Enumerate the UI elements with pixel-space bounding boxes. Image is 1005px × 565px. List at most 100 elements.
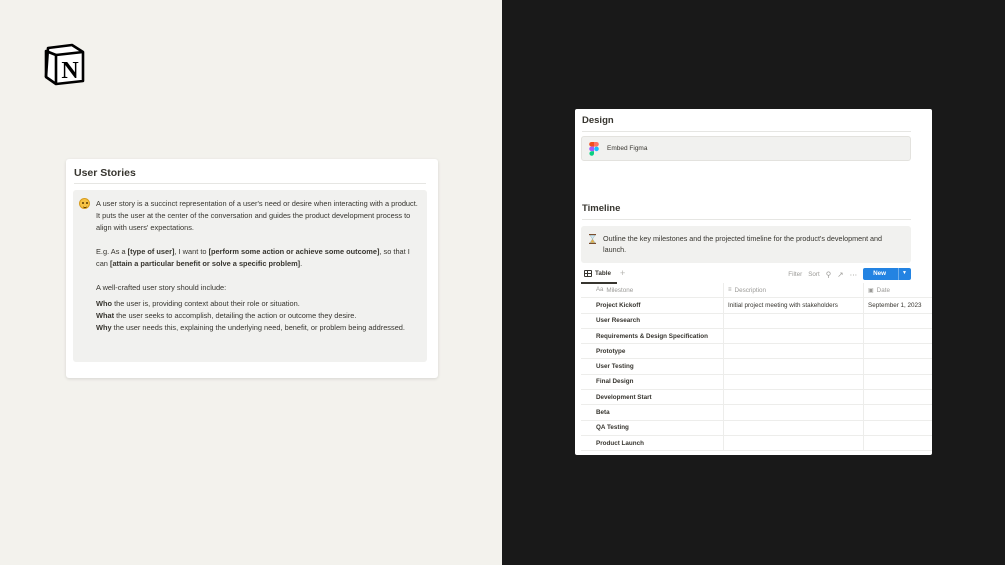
cell-milestone[interactable]: User Research <box>581 313 724 328</box>
table-row[interactable]: User Testing <box>581 359 932 375</box>
include-item-who: Who the user is, providing context about… <box>96 298 420 310</box>
cell-milestone[interactable]: User Testing <box>581 359 724 374</box>
item-bold: What <box>96 311 115 320</box>
chevron-down-icon[interactable]: ▼ <box>898 268 911 280</box>
timeline-callout: Outline the key milestones and the proje… <box>581 226 911 263</box>
item-text: the user is, providing context about the… <box>112 299 300 308</box>
user-stories-card: User Stories A user story is a succinct … <box>66 159 438 378</box>
table-row[interactable]: Final Design <box>581 374 932 391</box>
embed-figma-label: Embed Figma <box>607 145 648 152</box>
example-suffix: . <box>300 259 303 268</box>
table-row[interactable]: Beta <box>581 405 932 421</box>
text-property-icon: Aa <box>596 287 604 294</box>
hourglass-icon[interactable] <box>589 234 596 244</box>
table-icon <box>584 270 592 277</box>
notion-logo-icon: N <box>44 43 85 86</box>
smiling-face-icon[interactable] <box>79 198 90 209</box>
user-stories-text: A user story is a succinct representatio… <box>96 198 420 334</box>
include-item-why: Why the user needs this, explaining the … <box>96 322 420 334</box>
embed-figma-block[interactable]: Embed Figma <box>581 136 911 161</box>
item-text: the user needs this, explaining the unde… <box>111 323 405 332</box>
add-view-button[interactable]: + <box>620 268 625 278</box>
cell-milestone[interactable]: Development Start <box>581 390 724 405</box>
example-mid1: , I want to <box>174 247 209 256</box>
example-prefix: E.g. As a <box>96 247 128 256</box>
sort-button[interactable]: Sort <box>808 271 820 278</box>
cell-milestone[interactable]: Requirements & Design Specification <box>581 328 724 344</box>
table-row[interactable]: Product Launch <box>581 435 932 452</box>
cell-date[interactable] <box>864 329 932 343</box>
cell-date[interactable]: September 1, 2023 <box>864 298 932 312</box>
divider <box>582 219 911 220</box>
table-row[interactable]: Requirements & Design Specification <box>581 328 932 345</box>
cell-description[interactable] <box>724 420 864 435</box>
header-milestone[interactable]: Aa Milestone <box>581 283 724 298</box>
left-pane: N User Stories A user story is a succinc… <box>0 0 502 565</box>
filter-button[interactable]: Filter <box>788 271 802 278</box>
table-row[interactable]: User Research <box>581 313 932 329</box>
table-row[interactable]: Prototype <box>581 344 932 360</box>
cell-date[interactable] <box>864 436 932 450</box>
header-date-label: Date <box>876 286 890 294</box>
include-heading: A well-crafted user story should include… <box>96 283 227 292</box>
header-description-label: Description <box>734 286 767 294</box>
database-toolbar: Table + Filter Sort ⚲ ↗ ⋯ New ▼ <box>581 267 911 284</box>
new-button-label: New <box>873 270 887 277</box>
cell-milestone[interactable]: Prototype <box>581 344 724 359</box>
cell-milestone[interactable]: Project Kickoff <box>581 298 724 313</box>
design-title: Design <box>582 115 614 126</box>
cell-description[interactable] <box>724 313 864 328</box>
divider <box>74 183 426 184</box>
logo-letter: N <box>61 58 79 84</box>
table-header-row: Aa Milestone ≡ Description ▣ Date <box>581 283 932 299</box>
example-action: [perform some action or achieve some out… <box>208 247 380 256</box>
cell-description[interactable] <box>724 344 864 359</box>
example-user-type: [type of user] <box>127 247 175 256</box>
table-body: Project Kickoff Initial project meeting w… <box>581 298 932 452</box>
cell-date[interactable] <box>864 314 932 328</box>
cell-date[interactable] <box>864 405 932 419</box>
timeline-title: Timeline <box>582 203 621 214</box>
cell-description[interactable] <box>724 390 864 405</box>
table-row[interactable]: Project Kickoff Initial project meeting w… <box>581 298 932 314</box>
cell-description[interactable] <box>724 405 864 420</box>
cell-date[interactable] <box>864 421 932 435</box>
header-date[interactable]: ▣ Date <box>864 283 932 297</box>
design-card: Design Embed Figma Timeline Outline the … <box>575 109 932 455</box>
cell-milestone[interactable]: Final Design <box>581 374 724 390</box>
calendar-icon: ▣ <box>868 287 874 294</box>
header-description[interactable]: ≡ Description <box>724 283 864 298</box>
milestone-table: Aa Milestone ≡ Description ▣ Date Project K… <box>581 283 932 452</box>
timeline-callout-text: Outline the key milestones and the proje… <box>603 234 883 254</box>
table-row[interactable]: QA Testing <box>581 420 932 436</box>
cell-milestone[interactable]: Product Launch <box>581 435 724 451</box>
toolbar-actions: Filter Sort ⚲ ↗ ⋯ New ▼ <box>782 268 911 280</box>
figma-icon <box>589 142 599 156</box>
cell-milestone[interactable]: QA Testing <box>581 420 724 435</box>
user-stories-title: User Stories <box>74 167 136 179</box>
cell-description[interactable] <box>724 435 864 451</box>
cell-date[interactable] <box>864 390 932 404</box>
cell-description[interactable] <box>724 359 864 374</box>
table-row[interactable]: Development Start <box>581 390 932 406</box>
cell-date[interactable] <box>864 344 932 358</box>
cell-description[interactable]: Initial project meeting with stakeholder… <box>724 298 864 313</box>
cell-date[interactable] <box>864 359 932 373</box>
expand-icon[interactable]: ↗ <box>837 270 843 279</box>
header-milestone-label: Milestone <box>606 286 634 294</box>
cell-milestone[interactable]: Beta <box>581 405 724 420</box>
include-item-what: What the user seeks to accomplish, detai… <box>96 310 420 322</box>
example-benefit: [attain a particular benefit or solve a … <box>109 259 301 268</box>
cell-date[interactable] <box>864 375 932 389</box>
user-stories-callout: A user story is a succinct representatio… <box>73 190 427 362</box>
item-bold: Why <box>96 323 112 332</box>
item-text: the user seeks to accomplish, detailing … <box>114 311 357 320</box>
cell-description[interactable] <box>724 374 864 390</box>
lines-icon: ≡ <box>728 287 732 294</box>
more-icon[interactable]: ⋯ <box>850 270 858 279</box>
new-button[interactable]: New ▼ <box>863 268 911 280</box>
tab-table-label: Table <box>595 270 611 277</box>
cell-description[interactable] <box>724 328 864 344</box>
tab-table[interactable]: Table <box>584 270 611 277</box>
search-icon[interactable]: ⚲ <box>826 270 832 279</box>
